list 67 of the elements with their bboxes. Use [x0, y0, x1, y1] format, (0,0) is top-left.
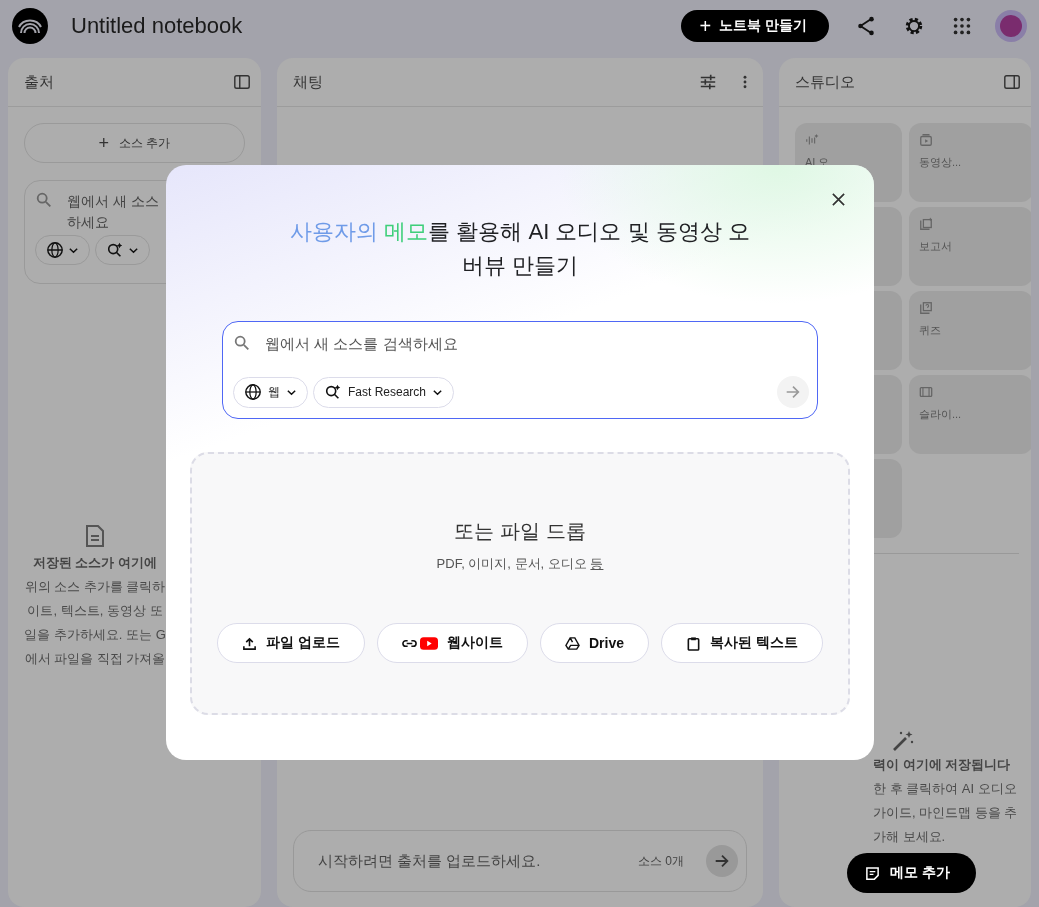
panel-toggle-icon[interactable]	[233, 73, 251, 91]
search-icon	[233, 334, 251, 352]
arrow-right-icon	[713, 852, 731, 870]
search-icon	[35, 191, 53, 209]
search-placeholder: 하세요	[67, 213, 109, 232]
report-icon	[919, 217, 933, 231]
empty-state-text: 이트, 텍스트, 동영상 또	[27, 602, 163, 620]
audio-wave-icon	[805, 133, 819, 147]
globe-icon	[244, 383, 262, 401]
tile-label: 퀴즈	[919, 323, 941, 338]
panel-title: 출처	[24, 72, 54, 92]
tune-icon[interactable]	[699, 73, 717, 91]
close-icon[interactable]	[831, 192, 846, 207]
empty-state-text: 에서 파일을 직접 가져올	[24, 650, 166, 668]
file-types-link[interactable]: 등	[590, 556, 604, 571]
panel-title: 스튜디오	[795, 72, 855, 92]
source-count: 소스 0개	[638, 852, 684, 870]
note-icon	[865, 865, 880, 881]
logo-icon[interactable]	[12, 8, 48, 44]
source-option-button[interactable]: 파일 업로드	[217, 623, 365, 663]
empty-state-text: 가해 보세요.	[873, 828, 946, 846]
share-icon[interactable]	[855, 15, 877, 37]
search-mode-dropdown[interactable]: 웹	[233, 376, 308, 408]
empty-state-text: 한 후 클릭하여 AI 오디오	[873, 780, 1017, 798]
search-placeholder: 웹에서 새 소스	[67, 192, 159, 211]
sparkle-search-icon	[324, 383, 342, 401]
settings-icon[interactable]	[903, 15, 925, 37]
magic-wand-icon	[891, 729, 915, 753]
document-icon	[85, 524, 105, 548]
triangle-icon	[565, 635, 580, 651]
sparkle-search-icon	[106, 241, 124, 259]
avatar[interactable]	[995, 10, 1027, 42]
video-play-icon	[420, 636, 438, 650]
chat-placeholder: 시작하려면 출처를 업로드하세요.	[318, 851, 541, 871]
file-drop-zone[interactable]: 또는 파일 드롭 PDF, 이미지, 문서, 오디오 등 파일 업로드 웹사이트 Drive 복사된 텍스트	[190, 452, 850, 715]
globe-icon	[46, 241, 64, 259]
web-search-box[interactable]: 웹에서 새 소스를 검색하세요 웹 Fast Research	[222, 321, 818, 419]
create-notebook-button[interactable]: + 노트북 만들기	[681, 10, 829, 42]
video-icon	[919, 133, 933, 147]
empty-state-text: 저장된 소스가 여기에	[32, 554, 158, 572]
tile-label: 동영상...	[919, 155, 962, 170]
source-option-button[interactable]: Drive	[540, 623, 649, 663]
dialog-title: 사용자의 메모를 활용해 AI 오디오 및 동영상 오버뷰 만들기	[289, 218, 751, 280]
clipboard-icon	[686, 635, 701, 651]
tile-label: 보고서	[919, 239, 952, 254]
arrow-right-icon	[784, 383, 802, 401]
quiz-icon	[919, 301, 933, 315]
empty-state-text: 력이 여기에 저장됩니다	[873, 756, 1011, 774]
search-field[interactable]: 웹에서 새 소스를 검색하세요	[265, 334, 809, 352]
panel-toggle-icon[interactable]	[1003, 73, 1021, 91]
drop-title: 또는 파일 드롭	[454, 519, 586, 544]
panel-title: 채팅	[293, 72, 323, 92]
empty-state-text: 일을 추가하세요. 또는 G	[24, 626, 166, 644]
add-note-button[interactable]: 메모 추가	[847, 853, 976, 893]
empty-state-text: 가이드, 마인드맵 등을 추	[873, 804, 1018, 822]
apps-grid-icon[interactable]	[951, 15, 973, 37]
notebook-title[interactable]: Untitled notebook	[71, 13, 243, 39]
file-types-hint: PDF, 이미지, 문서, 오디오 등	[436, 555, 604, 573]
search-mode-dropdown[interactable]: Fast Research	[313, 376, 455, 408]
source-option-button[interactable]: 웹사이트	[377, 623, 528, 663]
slides-icon	[919, 385, 933, 399]
source-option-button[interactable]: 복사된 텍스트	[661, 623, 823, 663]
send-button[interactable]	[706, 845, 738, 877]
empty-state-text: 위의 소스 추가를 클릭하	[24, 578, 166, 596]
chat-input[interactable]: 시작하려면 출처를 업로드하세요. 소스 0개	[293, 830, 747, 892]
tile-label: 슬라이...	[919, 407, 962, 422]
upload-icon	[242, 635, 258, 651]
